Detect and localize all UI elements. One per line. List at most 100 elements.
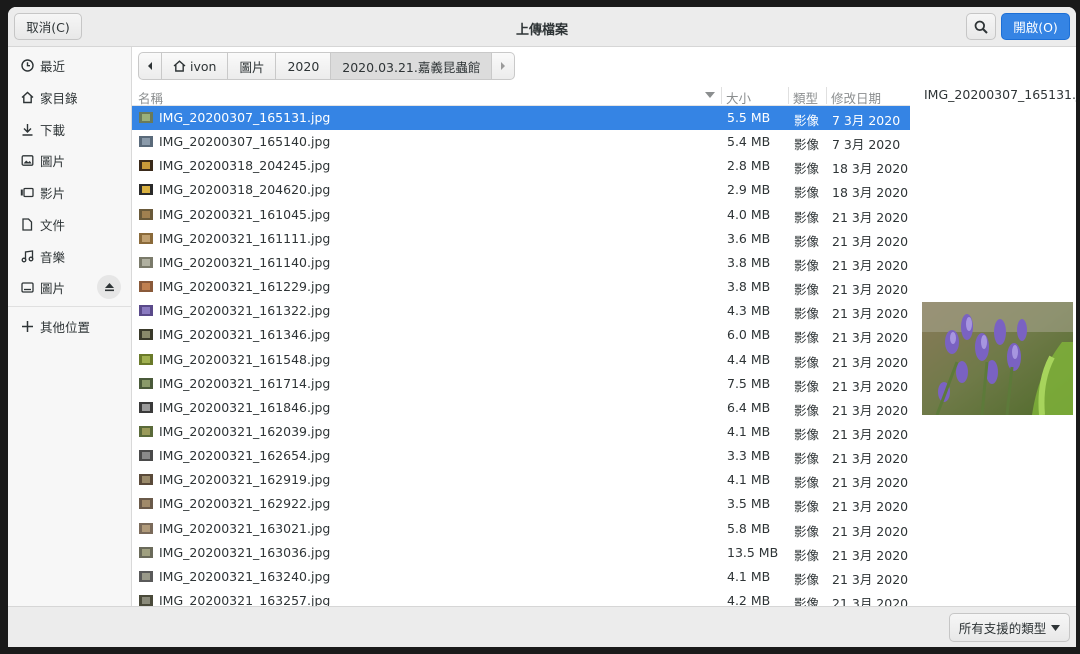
image-thumbnail-icon <box>139 522 153 534</box>
file-list[interactable]: 名稱 大小 類型 修改日期 IMG_20200307_165131.jpg 5.5… <box>132 85 910 606</box>
sidebar-item-label: 文件 <box>40 217 66 233</box>
file-size: 4.4 MB <box>727 351 771 367</box>
table-row[interactable]: IMG_20200307_165131.jpg 5.5 MB 影像 7 3月 2020 <box>132 106 910 130</box>
path-segment-label: ivon <box>190 58 217 74</box>
sidebar-item-label: 下載 <box>40 122 66 138</box>
file-size: 2.8 MB <box>727 158 771 174</box>
path-segment-2020[interactable]: 2020 <box>276 52 332 80</box>
image-thumbnail-icon <box>139 595 153 606</box>
file-name: IMG_20200321_161045.jpg <box>159 206 331 222</box>
file-type: 影像 <box>794 137 820 153</box>
file-type-filter-dropdown[interactable]: 所有支援的類型 <box>949 613 1070 642</box>
file-size: 13.5 MB <box>727 544 779 560</box>
filter-label: 所有支援的類型 <box>958 621 1047 636</box>
file-date: 21 3月 2020 <box>832 282 909 298</box>
path-segment-current[interactable]: 2020.03.21.嘉義昆蟲館 <box>331 52 493 80</box>
eject-button[interactable] <box>97 275 121 299</box>
table-row[interactable]: IMG_20200321_162039.jpg 4.1 MB 影像 21 3月 202… <box>132 420 910 444</box>
column-header-type[interactable]: 類型 <box>793 88 818 107</box>
table-row[interactable]: IMG_20200321_161548.jpg 4.4 MB 影像 21 3月 202… <box>132 348 910 372</box>
file-size: 6.0 MB <box>727 327 771 343</box>
sidebar-item-recent[interactable]: 最近 <box>8 51 132 79</box>
sidebar-item-videos[interactable]: 影片 <box>8 178 132 206</box>
column-header-name[interactable]: 名稱 <box>138 88 163 107</box>
sidebar-item-drive[interactable]: 圖片 <box>8 273 132 301</box>
sidebar-item-documents[interactable]: 文件 <box>8 210 132 238</box>
clock-icon <box>20 58 34 72</box>
table-row[interactable]: IMG_20200321_161111.jpg 3.6 MB 影像 21 3月 202… <box>132 227 910 251</box>
table-row[interactable]: IMG_20200321_161140.jpg 3.8 MB 影像 21 3月 202… <box>132 251 910 275</box>
image-thumbnail-icon <box>139 305 153 317</box>
column-header-row: 名稱 大小 類型 修改日期 <box>132 85 910 106</box>
sidebar-item-music[interactable]: 音樂 <box>8 242 132 270</box>
file-size: 4.0 MB <box>727 206 771 222</box>
table-row[interactable]: IMG_20200321_162919.jpg 4.1 MB 影像 21 3月 202… <box>132 468 910 492</box>
column-header-date[interactable]: 修改日期 <box>831 88 881 107</box>
file-name: IMG_20200321_161846.jpg <box>159 399 331 415</box>
path-scroll-left-button[interactable] <box>138 52 162 80</box>
path-bar: ivon 圖片 2020 2020.03.21.嘉義昆蟲館 <box>138 52 516 80</box>
file-date: 21 3月 2020 <box>832 209 909 225</box>
sidebar-item-downloads[interactable]: 下載 <box>8 115 132 143</box>
path-segment-label: 2020 <box>287 58 320 74</box>
open-button[interactable]: 開啟(O) <box>1001 13 1070 40</box>
search-button[interactable] <box>966 13 996 40</box>
column-header-size[interactable]: 大小 <box>726 88 751 107</box>
file-size: 4.1 MB <box>727 423 771 439</box>
table-row[interactable]: IMG_20200321_163257.jpg 4.2 MB 影像 21 3月 202… <box>132 589 910 606</box>
sidebar-item-pictures[interactable]: 圖片 <box>8 146 132 174</box>
file-name: IMG_20200321_162654.jpg <box>159 448 331 464</box>
file-size: 7.5 MB <box>727 375 771 391</box>
sidebar-item-label: 最近 <box>40 58 66 74</box>
table-row[interactable]: IMG_20200307_165140.jpg 5.4 MB 影像 7 3月 2020 <box>132 130 910 154</box>
table-row[interactable]: IMG_20200321_163240.jpg 4.1 MB 影像 21 3月 202… <box>132 565 910 589</box>
table-row[interactable]: IMG_20200321_162922.jpg 3.5 MB 影像 21 3月 202… <box>132 492 910 516</box>
image-thumbnail-icon <box>139 329 153 341</box>
file-name: IMG_20200321_162039.jpg <box>159 423 331 439</box>
sidebar-item-other-locations[interactable]: 其他位置 <box>8 312 132 340</box>
image-thumbnail-icon <box>139 450 153 462</box>
table-row[interactable]: IMG_20200321_161322.jpg 4.3 MB 影像 21 3月 202… <box>132 299 910 323</box>
file-size: 3.6 MB <box>727 230 771 246</box>
file-date: 18 3月 2020 <box>832 185 909 201</box>
file-size: 3.5 MB <box>727 496 771 512</box>
sidebar-item-label: 影片 <box>40 185 66 201</box>
file-type: 影像 <box>794 282 820 298</box>
image-thumbnail-icon <box>139 256 153 268</box>
table-row[interactable]: IMG_20200321_162654.jpg 3.3 MB 影像 21 3月 202… <box>132 444 910 468</box>
table-row[interactable]: IMG_20200321_161714.jpg 7.5 MB 影像 21 3月 202… <box>132 372 910 396</box>
image-thumbnail-icon <box>139 136 153 148</box>
table-row[interactable]: IMG_20200318_204245.jpg 2.8 MB 影像 18 3月 202… <box>132 154 910 178</box>
file-date: 21 3月 2020 <box>832 571 909 587</box>
path-segment-pictures[interactable]: 圖片 <box>228 52 277 80</box>
table-row[interactable]: IMG_20200321_161846.jpg 6.4 MB 影像 21 3月 202… <box>132 396 910 420</box>
sidebar-item-home[interactable]: 家目錄 <box>8 83 132 111</box>
search-icon <box>974 20 988 34</box>
image-thumbnail-icon <box>139 112 153 123</box>
column-separator <box>788 87 789 104</box>
file-date: 7 3月 2020 <box>832 137 901 153</box>
image-thumbnail-icon <box>139 498 153 510</box>
table-row[interactable]: IMG_20200321_163021.jpg 5.8 MB 影像 21 3月 202… <box>132 517 910 541</box>
file-type: 影像 <box>794 161 820 177</box>
file-type: 影像 <box>794 257 820 273</box>
file-type: 影像 <box>794 475 820 491</box>
image-thumbnail-icon <box>139 401 153 413</box>
file-date: 21 3月 2020 <box>832 499 909 515</box>
file-size: 2.9 MB <box>727 182 771 198</box>
table-row[interactable]: IMG_20200321_161229.jpg 3.8 MB 影像 21 3月 202… <box>132 275 910 299</box>
sidebar-item-label: 圖片 <box>40 280 66 296</box>
table-row[interactable]: IMG_20200321_161346.jpg 6.0 MB 影像 21 3月 202… <box>132 323 910 347</box>
file-type: 影像 <box>794 402 820 418</box>
file-date: 7 3月 2020 <box>832 113 901 128</box>
table-row[interactable]: IMG_20200321_163036.jpg 13.5 MB 影像 21 3月 20… <box>132 541 910 565</box>
path-segment-home[interactable]: ivon <box>162 52 229 80</box>
file-date: 21 3月 2020 <box>832 257 909 273</box>
path-scroll-right-button[interactable] <box>492 52 516 80</box>
table-row[interactable]: IMG_20200318_204620.jpg 2.9 MB 影像 18 3月 202… <box>132 178 910 202</box>
column-separator <box>721 87 722 104</box>
table-row[interactable]: IMG_20200321_161045.jpg 4.0 MB 影像 21 3月 202… <box>132 203 910 227</box>
file-name: IMG_20200321_161140.jpg <box>159 254 331 270</box>
image-thumbnail-icon <box>139 570 153 582</box>
file-type: 影像 <box>794 499 820 515</box>
